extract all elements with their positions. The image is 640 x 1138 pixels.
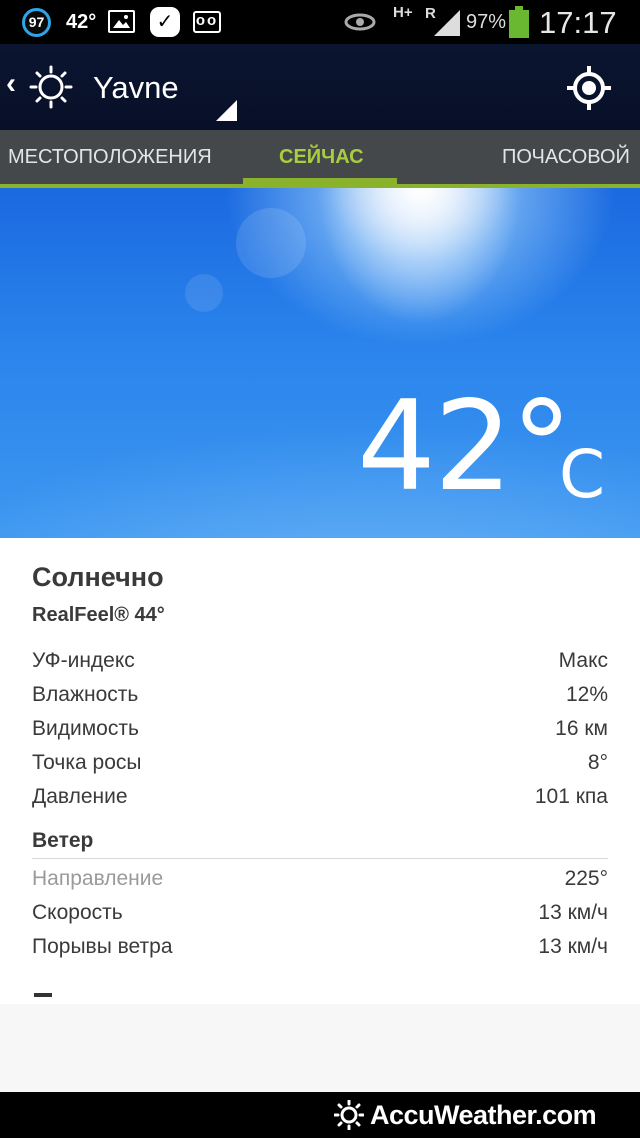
wind-row: Направление 225° [32, 867, 608, 897]
locate-icon[interactable] [566, 65, 612, 111]
detail-value: 101 кпа [534, 785, 608, 808]
wind-label: Порывы ветра [32, 935, 173, 958]
detail-value: 12% [565, 683, 608, 706]
wind-label: Скорость [32, 901, 123, 924]
voicemail-icon: oo [193, 11, 221, 33]
status-bar: 97 42° ✓ oo H+ R 97% 17:17 [0, 0, 640, 44]
notification-badge: 97 [22, 8, 51, 37]
network-type: H+ [393, 4, 413, 21]
wind-row: Порывы ветра 13 км/ч [32, 935, 608, 965]
detail-label: Давление [32, 785, 128, 808]
realfeel-text: RealFeel® 44° [32, 604, 165, 626]
tab-now[interactable]: СЕЙЧАС [279, 146, 364, 169]
wind-row: Скорость 13 км/ч [32, 901, 608, 931]
brand-logo-text: AccuWeather.com [370, 1100, 597, 1130]
back-icon[interactable]: ‹ [6, 69, 16, 99]
signal-icon [430, 8, 462, 38]
clock: 17:17 [539, 5, 617, 40]
tab-bar: МЕСТОПОЛОЖЕНИЯ СЕЙЧАС ПОЧАСОВОЙ [0, 130, 640, 188]
accuweather-sun-icon [333, 1099, 365, 1131]
content-overflow-area [0, 1004, 640, 1092]
detail-row: Влажность 12% [32, 683, 608, 713]
detail-value: 16 км [555, 717, 608, 740]
detail-value: Макс [558, 649, 608, 672]
lens-flare [185, 274, 223, 312]
sun-icon[interactable] [29, 65, 73, 109]
tab-locations[interactable]: МЕСТОПОЛОЖЕНИЯ [8, 146, 212, 169]
active-tab-indicator [243, 178, 397, 186]
app-header: ‹ Yavne [0, 44, 640, 130]
eye-icon [344, 12, 376, 32]
weather-hero: 42° C [0, 188, 640, 538]
divider [32, 858, 608, 859]
gallery-icon [108, 10, 135, 33]
wind-label: Направление [32, 867, 164, 890]
footer-brand-bar[interactable]: AccuWeather.com [0, 1092, 640, 1138]
check-icon: ✓ [150, 7, 180, 37]
wind-value: 13 км/ч [538, 935, 608, 958]
detail-row: Видимость 16 км [32, 717, 608, 747]
detail-label: УФ-индекс [32, 649, 135, 672]
clipped-next-section [34, 993, 52, 997]
current-temperature: 42° [357, 375, 573, 519]
battery-icon [508, 6, 530, 38]
wind-value: 225° [564, 867, 608, 890]
detail-row: Точка росы 8° [32, 751, 608, 781]
detail-row: Давление 101 кпа [32, 785, 608, 815]
sun-glare [300, 188, 540, 348]
detail-label: Точка росы [32, 751, 142, 774]
temperature-unit: C [559, 436, 606, 513]
detail-value: 8° [587, 751, 608, 774]
detail-label: Влажность [32, 683, 139, 706]
detail-label: Видимость [32, 717, 139, 740]
wind-value: 13 км/ч [538, 901, 608, 924]
wind-section-title: Ветер [32, 829, 94, 852]
city-selector[interactable]: Yavne [93, 70, 179, 106]
condition-text: Солнечно [32, 562, 164, 592]
details-panel: Солнечно RealFeel® 44° УФ-индекс Макс Вл… [0, 538, 640, 1004]
tab-hourly[interactable]: ПОЧАСОВОЙ [502, 146, 630, 169]
status-temperature: 42° [66, 11, 97, 33]
lens-flare [236, 208, 306, 278]
dropdown-icon[interactable] [216, 100, 237, 121]
detail-row: УФ-индекс Макс [32, 649, 608, 679]
battery-percent: 97% [466, 11, 507, 33]
